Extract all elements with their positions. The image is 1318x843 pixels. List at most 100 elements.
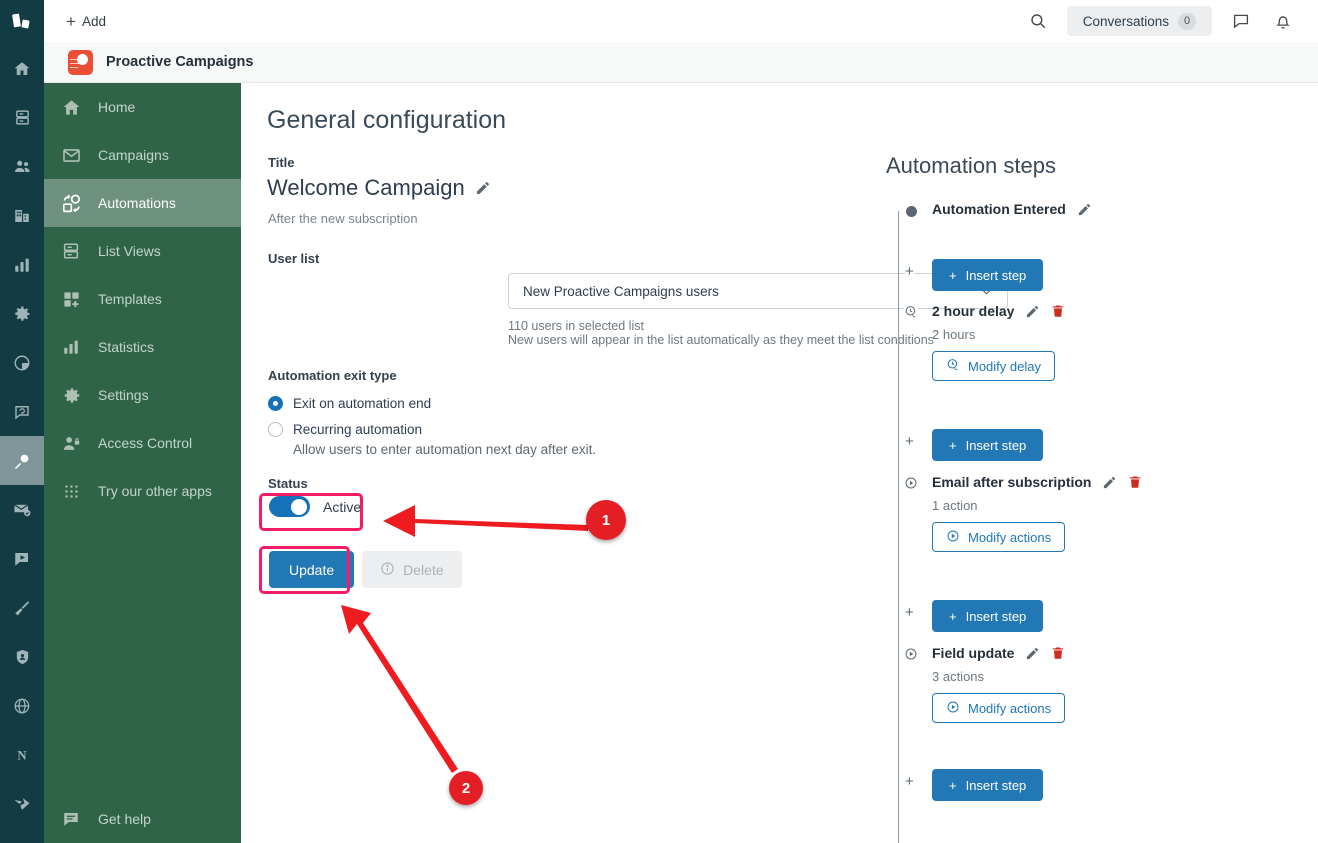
sidebar-item-access-control[interactable]: Access Control: [44, 419, 241, 467]
svg-text:N: N: [17, 748, 27, 762]
rail-item-pie-chart-icon[interactable]: [0, 338, 44, 387]
step-name: Field update: [932, 645, 1015, 661]
sidebar-item-list-views[interactable]: List Views: [44, 227, 241, 275]
trash-icon[interactable]: [1128, 475, 1142, 489]
step-subtitle: 1 action: [932, 498, 978, 513]
conversations-button[interactable]: Conversations 0: [1066, 6, 1212, 36]
trash-icon[interactable]: [1051, 646, 1065, 660]
modify-actions-label: Modify actions: [968, 700, 1052, 716]
rail-item-mail-check-icon[interactable]: [0, 485, 44, 534]
play-circle-icon: [904, 647, 918, 661]
step-subtitle: 2 hours: [932, 327, 976, 342]
insert-step-button[interactable]: + Insert step: [932, 259, 1044, 291]
insert-step-button[interactable]: + Insert step: [932, 600, 1044, 632]
plus-icon: +: [905, 432, 914, 451]
app-title: Proactive Campaigns: [106, 54, 254, 70]
sidebar-item-label: Access Control: [98, 435, 193, 451]
top-bar: + Add Conversations 0: [44, 0, 1318, 42]
sidebar-item-label: Try our other apps: [98, 483, 212, 499]
gear-icon: [44, 386, 98, 405]
sidebar-item-try-our-other-apps[interactable]: Try our other apps: [44, 467, 241, 515]
sidebar-item-statistics[interactable]: Statistics: [44, 323, 241, 371]
rail-item-magic-wand-icon[interactable]: [0, 436, 44, 485]
annotation-number-2: 2: [449, 771, 483, 805]
rail-item-letter-n-icon[interactable]: N: [0, 730, 44, 779]
rail-item-shield-user-icon[interactable]: [0, 632, 44, 681]
pencil-icon[interactable]: [475, 180, 491, 196]
insert-step-row-4: + + Insert step: [898, 749, 1298, 809]
step-name: 2 hour delay: [932, 303, 1015, 319]
status-toggle[interactable]: Active: [269, 496, 361, 517]
steps-timeline: Automation Entered + + Insert step 2 hou…: [898, 201, 1298, 809]
modify-actions-label: Modify actions: [968, 529, 1052, 545]
modify-actions-button[interactable]: Modify actions: [932, 522, 1066, 552]
sidebar-item-label: Statistics: [98, 339, 155, 355]
toggle-switch[interactable]: [269, 496, 310, 517]
sidebar-item-label: Campaigns: [98, 147, 169, 163]
radio-label: Exit on automation end: [293, 396, 432, 411]
campaign-subtitle: After the new subscription: [268, 211, 418, 226]
plus-icon: +: [905, 603, 914, 622]
pencil-icon[interactable]: [1077, 202, 1092, 217]
radio-text-block: Recurring automation Allow users to ente…: [293, 421, 596, 457]
step-2-hour-delay: 2 hour delay 2 hours Modify delay: [898, 303, 1298, 407]
step-name: Automation Entered: [932, 201, 1066, 217]
sidebar: Home Campaigns Automations List Views Te…: [44, 83, 241, 843]
sidebar-item-get-help[interactable]: Get help: [44, 795, 241, 843]
sidebar-item-label: Automations: [98, 195, 176, 211]
step-field-update: Field update 3 actions Modify actions: [898, 645, 1298, 749]
campaign-title-value: Welcome Campaign: [267, 175, 465, 200]
rail-item-broom-icon[interactable]: [0, 583, 44, 632]
rail-item-arrow-brand-icon[interactable]: [0, 779, 44, 828]
automation-steps-title: Automation steps: [886, 153, 1056, 178]
pencil-icon[interactable]: [1025, 646, 1040, 661]
app-header: Proactive Campaigns: [44, 42, 1318, 83]
radio-recurring-automation[interactable]: Recurring automation Allow users to ente…: [268, 421, 596, 457]
pencil-icon[interactable]: [1102, 475, 1117, 490]
sidebar-item-templates[interactable]: Templates: [44, 275, 241, 323]
insert-step-button[interactable]: + Insert step: [932, 769, 1044, 801]
modify-delay-button[interactable]: Modify delay: [932, 351, 1055, 381]
modify-actions-button[interactable]: Modify actions: [932, 693, 1066, 723]
play-circle-icon: [946, 700, 960, 717]
rail-item-desk-icon[interactable]: [0, 93, 44, 142]
step-email-after-subscription: Email after subscription 1 action Modify…: [898, 474, 1298, 578]
sidebar-item-automations[interactable]: Automations: [44, 179, 241, 227]
plus-icon: +: [949, 267, 957, 283]
auto-list-hint: New users will appear in the list automa…: [508, 333, 934, 347]
app-root: N + Add Conversations 0 Proactive Campai…: [0, 0, 1318, 843]
sidebar-item-home[interactable]: Home: [44, 83, 241, 131]
update-button[interactable]: Update: [269, 551, 355, 588]
templates-icon: [44, 290, 98, 309]
rail-item-home-icon[interactable]: [0, 44, 44, 93]
zoho-logo[interactable]: [0, 0, 44, 44]
add-button[interactable]: + Add: [66, 13, 106, 30]
rail-item-globe-icon[interactable]: [0, 681, 44, 730]
plus-icon: +: [949, 777, 957, 793]
insert-step-label: Insert step: [965, 777, 1027, 793]
radio-exit-on-automation-end[interactable]: Exit on automation end: [268, 395, 431, 412]
rail-item-bar-chart-icon[interactable]: [0, 240, 44, 289]
proactive-campaigns-app-icon: [68, 49, 93, 75]
sidebar-item-label: Templates: [98, 291, 162, 307]
delete-button-label: Delete: [403, 561, 444, 578]
bell-icon[interactable]: [1262, 0, 1304, 42]
chat-bubble-icon[interactable]: [1220, 0, 1262, 42]
rail-item-building-icon[interactable]: [0, 191, 44, 240]
trash-icon[interactable]: [1051, 304, 1065, 318]
sidebar-item-settings[interactable]: Settings: [44, 371, 241, 419]
insert-step-label: Insert step: [965, 267, 1027, 283]
radio-label: Recurring automation: [293, 422, 423, 437]
search-icon[interactable]: [1017, 0, 1059, 42]
rail-item-gear-icon[interactable]: [0, 289, 44, 338]
envelope-icon: [44, 146, 98, 165]
rail-item-video-chat-icon[interactable]: [0, 534, 44, 583]
pencil-icon[interactable]: [1025, 304, 1040, 319]
rail-item-people-icon[interactable]: [0, 142, 44, 191]
insert-step-button[interactable]: + Insert step: [932, 429, 1044, 461]
clock-icon: [946, 358, 960, 375]
list-views-icon: [44, 242, 98, 260]
sidebar-item-campaigns[interactable]: Campaigns: [44, 131, 241, 179]
rail-item-chat-refresh-icon[interactable]: [0, 387, 44, 436]
